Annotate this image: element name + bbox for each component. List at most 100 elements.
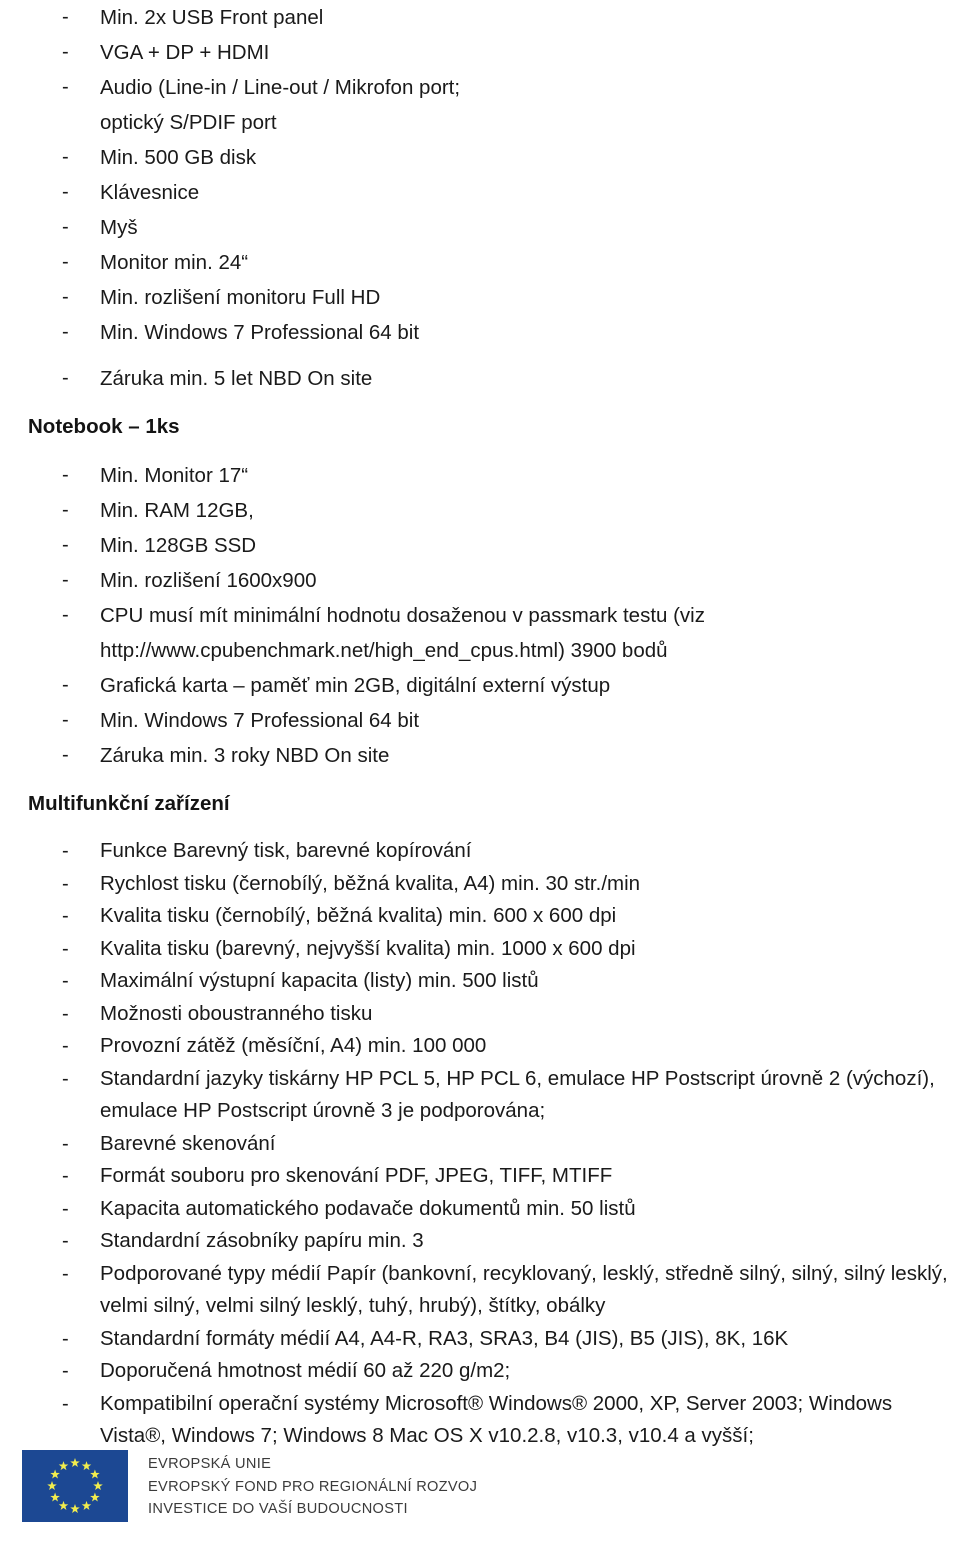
list-item: - Min. rozlišení monitoru Full HD (0, 280, 960, 315)
bullet-dash-icon: - (62, 840, 69, 862)
bullet-dash-icon: - (62, 6, 69, 28)
list-item-text: Barevné skenování (100, 1131, 276, 1155)
list-item-text: Kvalita tisku (barevný, nejvyšší kvalita… (100, 936, 636, 960)
bullet-dash-icon: - (62, 1132, 69, 1155)
list-item: - Doporučená hmotnost médií 60 až 220 g/m… (0, 1355, 960, 1388)
section-desktop-specs-continued: - Min. 2x USB Front panel - VGA + DP + HDMI… (0, 0, 960, 396)
bullet-dash-icon: - (62, 321, 69, 343)
list-item-text: Grafická karta – paměť min 2GB, digitáln… (100, 674, 611, 697)
bullet-dash-icon: - (62, 286, 69, 308)
list-item: - Podporované typy médií Papír (bankovní,… (0, 1258, 960, 1323)
list-item-text: Min. RAM 12GB, (100, 499, 254, 522)
list-item-text: Min. rozlišení monitoru Full HD (100, 286, 381, 309)
list-item-text: Klávesnice (100, 181, 200, 204)
list-item-text: Min. Monitor 17“ (100, 464, 249, 487)
list-item: - Min. 128GB SSD (0, 528, 960, 563)
list-item-text: Min. 2x USB Front panel (100, 6, 324, 29)
footer-line-2: EVROPSKÝ FOND PRO REGIONÁLNÍ ROZVOJ (148, 1478, 478, 1495)
list-item: - Kvalita tisku (barevný, nejvyšší kvalit… (0, 933, 960, 966)
list-item: - Záruka min. 5 let NBD On site (0, 361, 960, 396)
list-item: - Funkce Barevný tisk, barevné kopírování (0, 835, 960, 868)
list-item-text: Min. Windows 7 Professional 64 bit (100, 709, 420, 732)
bullet-dash-icon: - (62, 367, 69, 389)
bullet-dash-icon: - (62, 709, 69, 731)
bullet-dash-icon: - (62, 905, 69, 927)
list-item-text: Min. rozlišení 1600x900 (100, 569, 317, 592)
bullet-dash-icon: - (62, 604, 69, 626)
bullet-dash-icon: - (62, 464, 69, 486)
list-item: - Min. 500 GB disk (0, 140, 960, 175)
list-item-text: Standardní zásobníky papíru min. 3 (100, 1229, 424, 1252)
eu-flag-icon (22, 1450, 128, 1522)
bullet-dash-icon: - (62, 534, 69, 556)
list-item: - Standardní formáty médií A4, A4-R, RA3,… (0, 1323, 960, 1356)
bullet-dash-icon: - (62, 1392, 69, 1415)
bullet-dash-icon: - (62, 216, 69, 238)
list-item-text: Kompatibilní operační systémy Microsoft®… (100, 1391, 893, 1448)
bullet-dash-icon: - (62, 1067, 69, 1090)
list-item: - Možnosti oboustranného tisku (0, 998, 960, 1031)
list-item-text: Min. Windows 7 Professional 64 bit (100, 321, 420, 344)
list-item-text: Min. 128GB SSD (100, 534, 257, 557)
list-item: - Min. Windows 7 Professional 64 bit (0, 315, 960, 350)
list-item: - Klávesnice (0, 175, 960, 210)
bullet-dash-icon: - (62, 76, 69, 98)
list-item: - Standardní jazyky tiskárny HP PCL 5, HP… (0, 1063, 960, 1128)
list-item-text: Funkce Barevný tisk, barevné kopírování (100, 839, 472, 862)
list-item: - Grafická karta – paměť min 2GB, digitál… (0, 668, 960, 703)
list-item-text: Rychlost tisku (černobílý, běžná kvalita… (100, 871, 641, 895)
section-heading: Multifunkční zařízení (28, 792, 230, 815)
footer-line-3: INVESTICE DO VAŠÍ BUDOUCNOSTI (148, 1501, 408, 1517)
bullet-dash-icon: - (62, 1230, 69, 1252)
list-item-text: Záruka min. 5 let NBD On site (100, 367, 373, 390)
document-page: - Min. 2x USB Front panel - VGA + DP + HDMI… (0, 0, 960, 1545)
list-item: - Audio (Line-in / Line-out / Mikrofon po… (0, 70, 960, 140)
list-item: - Min. Windows 7 Professional 64 bit (0, 703, 960, 738)
bullet-dash-icon: - (62, 181, 69, 203)
list-item-text: Provozní zátěž (měsíční, A4) min. 100 00… (100, 1034, 487, 1057)
list-item: - Kvalita tisku (černobílý, běžná kvalita… (0, 900, 960, 933)
list-item-text: Podporované typy médií Papír (bankovní, … (100, 1261, 948, 1318)
list-item: - Min. rozlišení 1600x900 (0, 563, 960, 598)
list-item: - Formát souboru pro skenování PDF, JPEG,… (0, 1160, 960, 1193)
list-item: - Záruka min. 3 roky NBD On site (0, 738, 960, 773)
list-item: - Min. Monitor 17“ (0, 458, 960, 493)
bullet-dash-icon: - (62, 872, 69, 895)
bullet-dash-icon: - (62, 1262, 69, 1285)
document-content: - Min. 2x USB Front panel - VGA + DP + HDMI… (0, 0, 960, 1453)
list-item: - Monitor min. 24“ (0, 245, 960, 280)
list-item: - CPU musí mít minimální hodnotu dosaženo… (0, 598, 960, 668)
list-item-text: Standardní jazyky tiskárny HP PCL 5, HP … (100, 1066, 935, 1123)
list-item: - Provozní zátěž (měsíční, A4) min. 100 0… (0, 1030, 960, 1063)
list-item-text: Standardní formáty médií A4, A4-R, RA3, … (100, 1326, 789, 1350)
list-item-text: VGA + DP + HDMI (100, 41, 270, 64)
bullet-dash-icon: - (62, 744, 69, 766)
bullet-dash-icon: - (62, 1035, 69, 1057)
bullet-dash-icon: - (62, 1360, 69, 1382)
list-item: - Min. 2x USB Front panel (0, 0, 960, 35)
bullet-dash-icon: - (62, 937, 69, 960)
list-item: - Barevné skenování (0, 1128, 960, 1161)
footer-line-1: EVROPSKÁ UNIE (148, 1456, 272, 1472)
bullet-dash-icon: - (62, 146, 69, 168)
list-item-text: Záruka min. 3 roky NBD On site (100, 744, 390, 767)
bullet-dash-icon: - (62, 569, 69, 591)
eu-funding-footer: EVROPSKÁ UNIE EVROPSKÝ FOND PRO REGIONÁL… (0, 1450, 960, 1522)
bullet-dash-icon: - (62, 1002, 69, 1025)
list-item-text: Myš (100, 216, 138, 239)
list-item-text: Kapacita automatického podavače dokument… (100, 1196, 636, 1220)
bullet-dash-icon: - (62, 1165, 69, 1187)
list-item: - VGA + DP + HDMI (0, 35, 960, 70)
list-item-text: Audio (Line-in / Line-out / Mikrofon por… (100, 76, 461, 134)
list-item-text: Min. 500 GB disk (100, 146, 257, 169)
list-item: - Maximální výstupní kapacita (listy) min… (0, 965, 960, 998)
list-item: - Standardní zásobníky papíru min. 3 (0, 1225, 960, 1258)
bullet-dash-icon: - (62, 1327, 69, 1350)
list-item-text: Formát souboru pro skenování PDF, JPEG, … (100, 1164, 613, 1187)
section-heading: Notebook – 1ks (28, 415, 180, 438)
section-multifunction-device: Multifunkční zařízení - Funkce Barevný tis… (0, 786, 960, 1453)
list-item-text: Kvalita tisku (černobílý, běžná kvalita)… (100, 904, 617, 927)
list-item: - Kapacita automatického podavače dokumen… (0, 1193, 960, 1226)
eu-funding-text: EVROPSKÁ UNIE EVROPSKÝ FOND PRO REGIONÁL… (148, 1450, 477, 1521)
bullet-dash-icon: - (62, 41, 69, 63)
